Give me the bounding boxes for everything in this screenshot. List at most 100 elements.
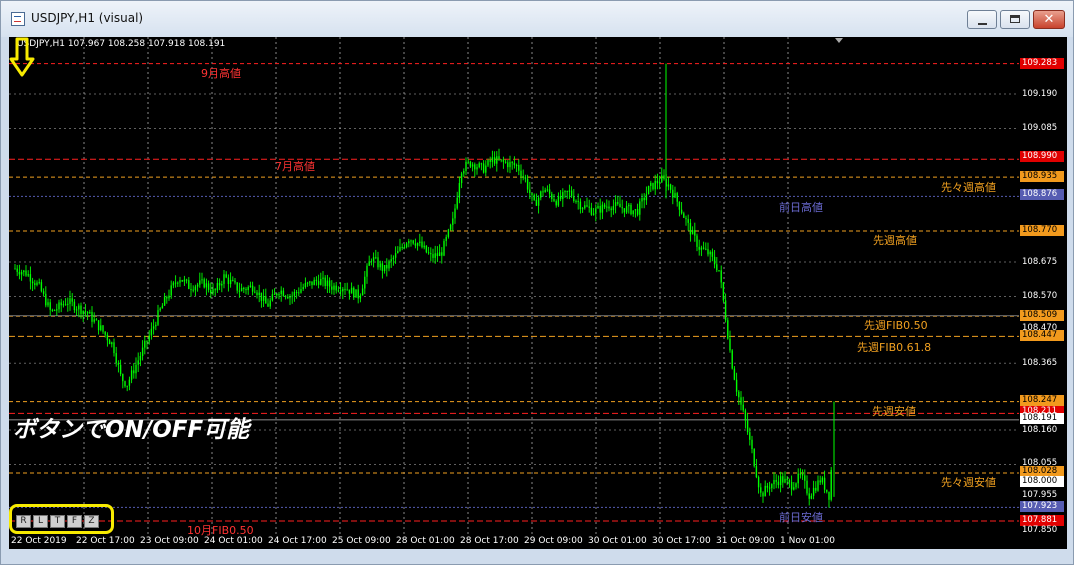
candle-body [751,439,753,450]
minimize-button[interactable] [967,10,997,29]
price-scale-label: 109.085 [1022,123,1058,133]
time-label: 29 Oct 09:00 [524,536,583,546]
candle-body [599,205,601,213]
toggle-button-r[interactable]: R [16,515,31,528]
candle-body [524,176,527,179]
maximize-button[interactable] [1000,10,1030,29]
candle-body [414,243,417,246]
time-label: 25 Oct 09:00 [332,536,391,546]
price-tag-july-high: 108.990 [1020,151,1064,162]
candle-body [515,165,518,167]
candle-body [603,204,606,208]
candle-body [612,206,615,211]
candle-body [821,477,824,483]
candle-body [106,334,109,341]
candle-body [295,292,298,294]
candle-body [548,189,551,194]
candle-body [744,410,747,421]
candle-body [14,268,16,270]
candle-body [678,201,681,210]
candle-body [823,477,826,490]
candle-body [240,288,243,292]
candle-body [331,286,333,290]
candle-body [487,160,489,166]
candle-body [276,293,278,296]
candle-body [53,310,56,312]
candle-body [273,293,276,295]
candle-body [23,270,25,273]
candle-body [251,285,254,292]
label-prev-day-high: 前日高値 [779,201,823,214]
candle-body [265,296,267,304]
title-bar[interactable]: USDJPY,H1 (visual) ✕ [1,1,1073,37]
candle-body [89,311,91,314]
time-label: 22 Oct 17:00 [76,536,135,546]
candle-body [460,173,463,184]
candle-body [456,197,458,209]
candle-body [531,193,533,195]
time-label: 24 Oct 17:00 [268,536,327,546]
candle-body [108,340,111,345]
close-button[interactable]: ✕ [1033,10,1065,29]
candle-body [687,219,689,223]
candle-body [335,285,337,291]
candle-body [608,206,610,209]
label-prev-day-low: 前日安値 [779,511,823,524]
candle-body [634,209,637,211]
candle-body [357,289,359,299]
candle-body [654,180,656,190]
price-tag-current: 108.191 [1020,413,1064,424]
candle-body [359,295,362,299]
candle-body [812,487,815,496]
candle-body [584,205,586,209]
candle-body [817,480,819,491]
toggle-button-f[interactable]: F [67,515,82,528]
candle-body [559,196,562,199]
candle-body [546,189,549,191]
candle-body [691,230,694,235]
candle-body [306,282,309,284]
candle-body [260,292,263,301]
candle-body [815,487,817,491]
candle-body [830,469,832,500]
time-label: 28 Oct 17:00 [460,536,519,546]
candle-body [91,311,93,322]
candle-body [236,282,238,291]
price-chart[interactable]: USDJPY,H1 107.967 108.258 107.918 108.19… [9,37,1067,549]
candle-body [566,191,568,193]
candle-body [93,319,95,322]
candle-body [808,493,810,499]
candle-body [496,156,498,164]
candle-body [555,201,557,206]
toggle-button-group: R L T F Z [9,504,114,534]
candle-body [304,283,307,288]
candle-body [410,240,412,242]
candle-body [293,292,296,296]
candle-body [793,487,795,490]
toggle-button-t[interactable]: T [50,515,65,528]
candle-body [790,482,793,490]
time-label: 30 Oct 01:00 [588,536,647,546]
candle-body [674,193,676,198]
candle-body [617,202,619,204]
price-scale-label: 108.365 [1022,358,1058,368]
candle-body [223,274,225,284]
label-last-week-fib618: 先週FIB0.61.8 [857,341,932,354]
price-tag-last-week-low: 108.247 [1020,395,1064,406]
label-month-high: 9月高値 [201,67,241,80]
toggle-button-l[interactable]: L [33,515,48,528]
candle-body [86,312,89,314]
candle-body [232,279,234,281]
candle-body [423,245,425,248]
candle-body [733,368,736,380]
candle-body [636,209,639,215]
toggle-button-z[interactable]: Z [84,515,99,528]
candle-body [31,281,34,284]
candle-body [551,193,553,200]
candle-body [535,199,538,206]
candle-body [51,309,54,311]
candle-body [113,342,115,354]
candle-body [298,292,300,294]
candle-body [399,246,401,251]
candle-body [623,208,626,213]
